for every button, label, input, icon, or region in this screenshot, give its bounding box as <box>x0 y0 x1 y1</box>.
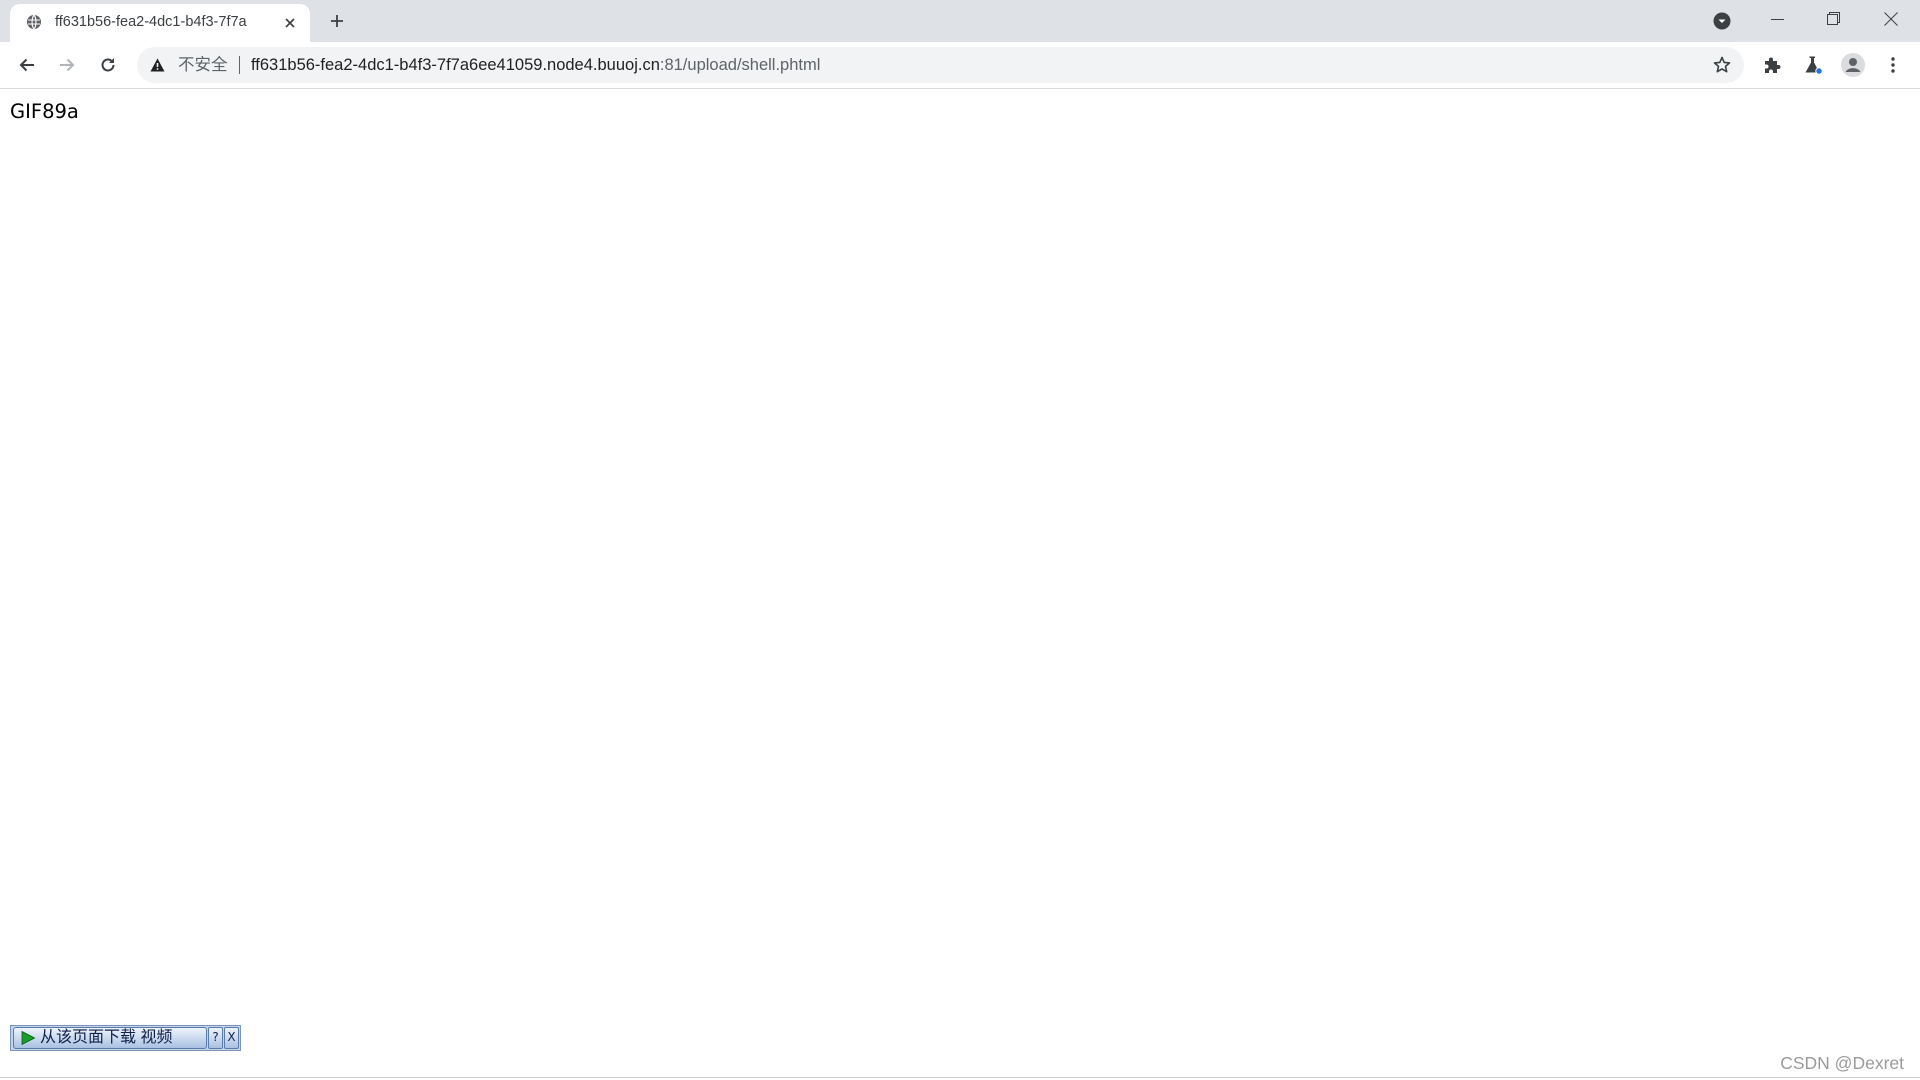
play-icon <box>21 1031 35 1045</box>
extensions-puzzle-icon[interactable] <box>1763 56 1781 74</box>
browser-toolbar: 不安全 ff631b56-fea2-4dc1-b4f3-7f7a6ee41059… <box>0 42 1920 89</box>
download-video-button[interactable]: 从该页面下载 视频 <box>13 1027 207 1049</box>
watermark: CSDN @Dexret <box>1780 1053 1904 1073</box>
close-icon[interactable] <box>1884 12 1898 26</box>
security-separator <box>239 56 240 74</box>
download-help-button[interactable]: ? <box>208 1027 223 1049</box>
profile-avatar-icon[interactable] <box>1841 53 1865 77</box>
tab-title: ff631b56-fea2-4dc1-b4f3-7f7a <box>55 14 247 30</box>
active-tab[interactable]: ff631b56-fea2-4dc1-b4f3-7f7a <box>10 4 310 42</box>
warning-triangle-icon[interactable] <box>150 58 165 72</box>
tab-search-icon[interactable] <box>1713 12 1731 30</box>
menu-kebab-icon[interactable] <box>1884 56 1902 74</box>
tab-close-icon[interactable] <box>283 16 297 30</box>
bookmark-star-icon[interactable] <box>1713 56 1731 74</box>
page-body-text: GIF89a <box>10 100 79 123</box>
restore-icon[interactable] <box>1827 12 1840 25</box>
video-download-bar: 从该页面下载 视频 ? X <box>10 1025 241 1051</box>
address-bar[interactable]: 不安全 ff631b56-fea2-4dc1-b4f3-7f7a6ee41059… <box>137 47 1744 83</box>
new-tab-plus-icon[interactable] <box>329 13 345 29</box>
reload-icon[interactable] <box>98 55 118 75</box>
minimize-icon[interactable] <box>1771 13 1784 26</box>
forward-arrow-icon[interactable] <box>57 55 77 75</box>
url-host: ff631b56-fea2-4dc1-b4f3-7f7a6ee41059.nod… <box>251 56 660 74</box>
tab-strip: ff631b56-fea2-4dc1-b4f3-7f7a <box>0 0 1920 42</box>
url-text[interactable]: ff631b56-fea2-4dc1-b4f3-7f7a6ee41059.nod… <box>251 47 820 83</box>
globe-icon <box>26 14 42 30</box>
back-arrow-icon[interactable] <box>17 55 37 75</box>
url-path: :81/upload/shell.phtml <box>659 56 821 74</box>
labs-flask-icon[interactable] <box>1803 55 1823 75</box>
security-status-label[interactable]: 不安全 <box>178 47 228 83</box>
download-close-button[interactable]: X <box>224 1027 239 1049</box>
download-video-label: 从该页面下载 视频 <box>40 1029 173 1046</box>
bottom-divider <box>0 1077 1920 1078</box>
